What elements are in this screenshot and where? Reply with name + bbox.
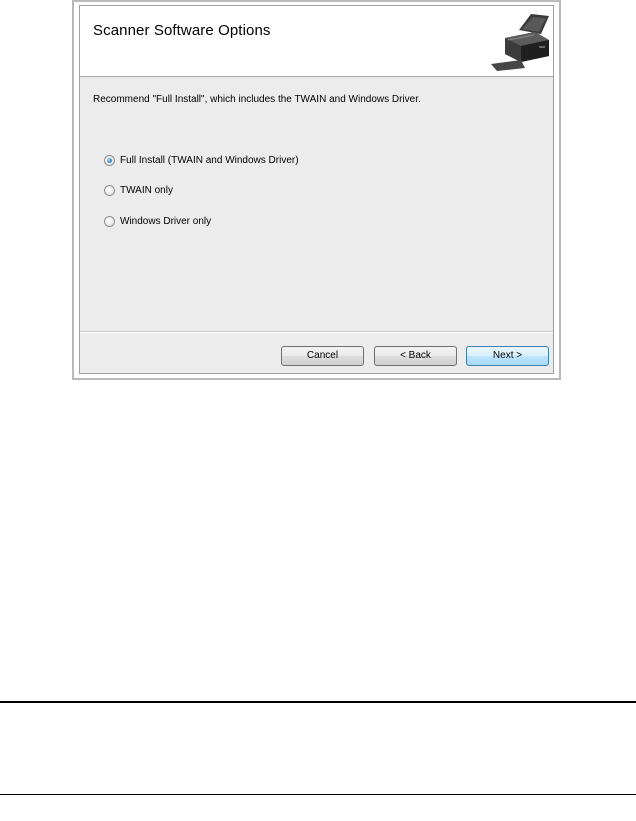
page-rule-thick bbox=[0, 701, 636, 703]
option-windows-driver-only[interactable]: Windows Driver only bbox=[104, 214, 211, 228]
footer-divider bbox=[80, 331, 553, 333]
dialog-title: Scanner Software Options bbox=[93, 22, 271, 39]
radio-button-selected[interactable] bbox=[104, 154, 115, 166]
radio-button[interactable] bbox=[104, 184, 115, 196]
option-label: Windows Driver only bbox=[120, 215, 212, 227]
dialog-header: Scanner Software Options bbox=[80, 6, 553, 77]
screenshot-frame: Scanner Software Options Recommend "Full… bbox=[72, 0, 561, 380]
page-rule-thin bbox=[0, 794, 636, 795]
option-twain-only[interactable]: TWAIN only bbox=[104, 183, 173, 197]
document-page: Scanner Software Options Recommend "Full… bbox=[0, 0, 636, 821]
instruction-text: Recommend "Full Install", which includes… bbox=[93, 94, 421, 105]
cancel-button[interactable]: Cancel bbox=[281, 346, 364, 366]
option-label: Full Install (TWAIN and Windows Driver) bbox=[120, 154, 299, 166]
scanner-icon bbox=[491, 14, 549, 71]
option-label: TWAIN only bbox=[120, 184, 173, 196]
next-button[interactable]: Next > bbox=[466, 346, 549, 366]
option-full-install[interactable]: Full Install (TWAIN and Windows Driver) bbox=[104, 153, 299, 167]
installer-dialog: Scanner Software Options Recommend "Full… bbox=[79, 5, 554, 374]
back-button[interactable]: < Back bbox=[374, 346, 457, 366]
radio-button[interactable] bbox=[104, 215, 115, 227]
